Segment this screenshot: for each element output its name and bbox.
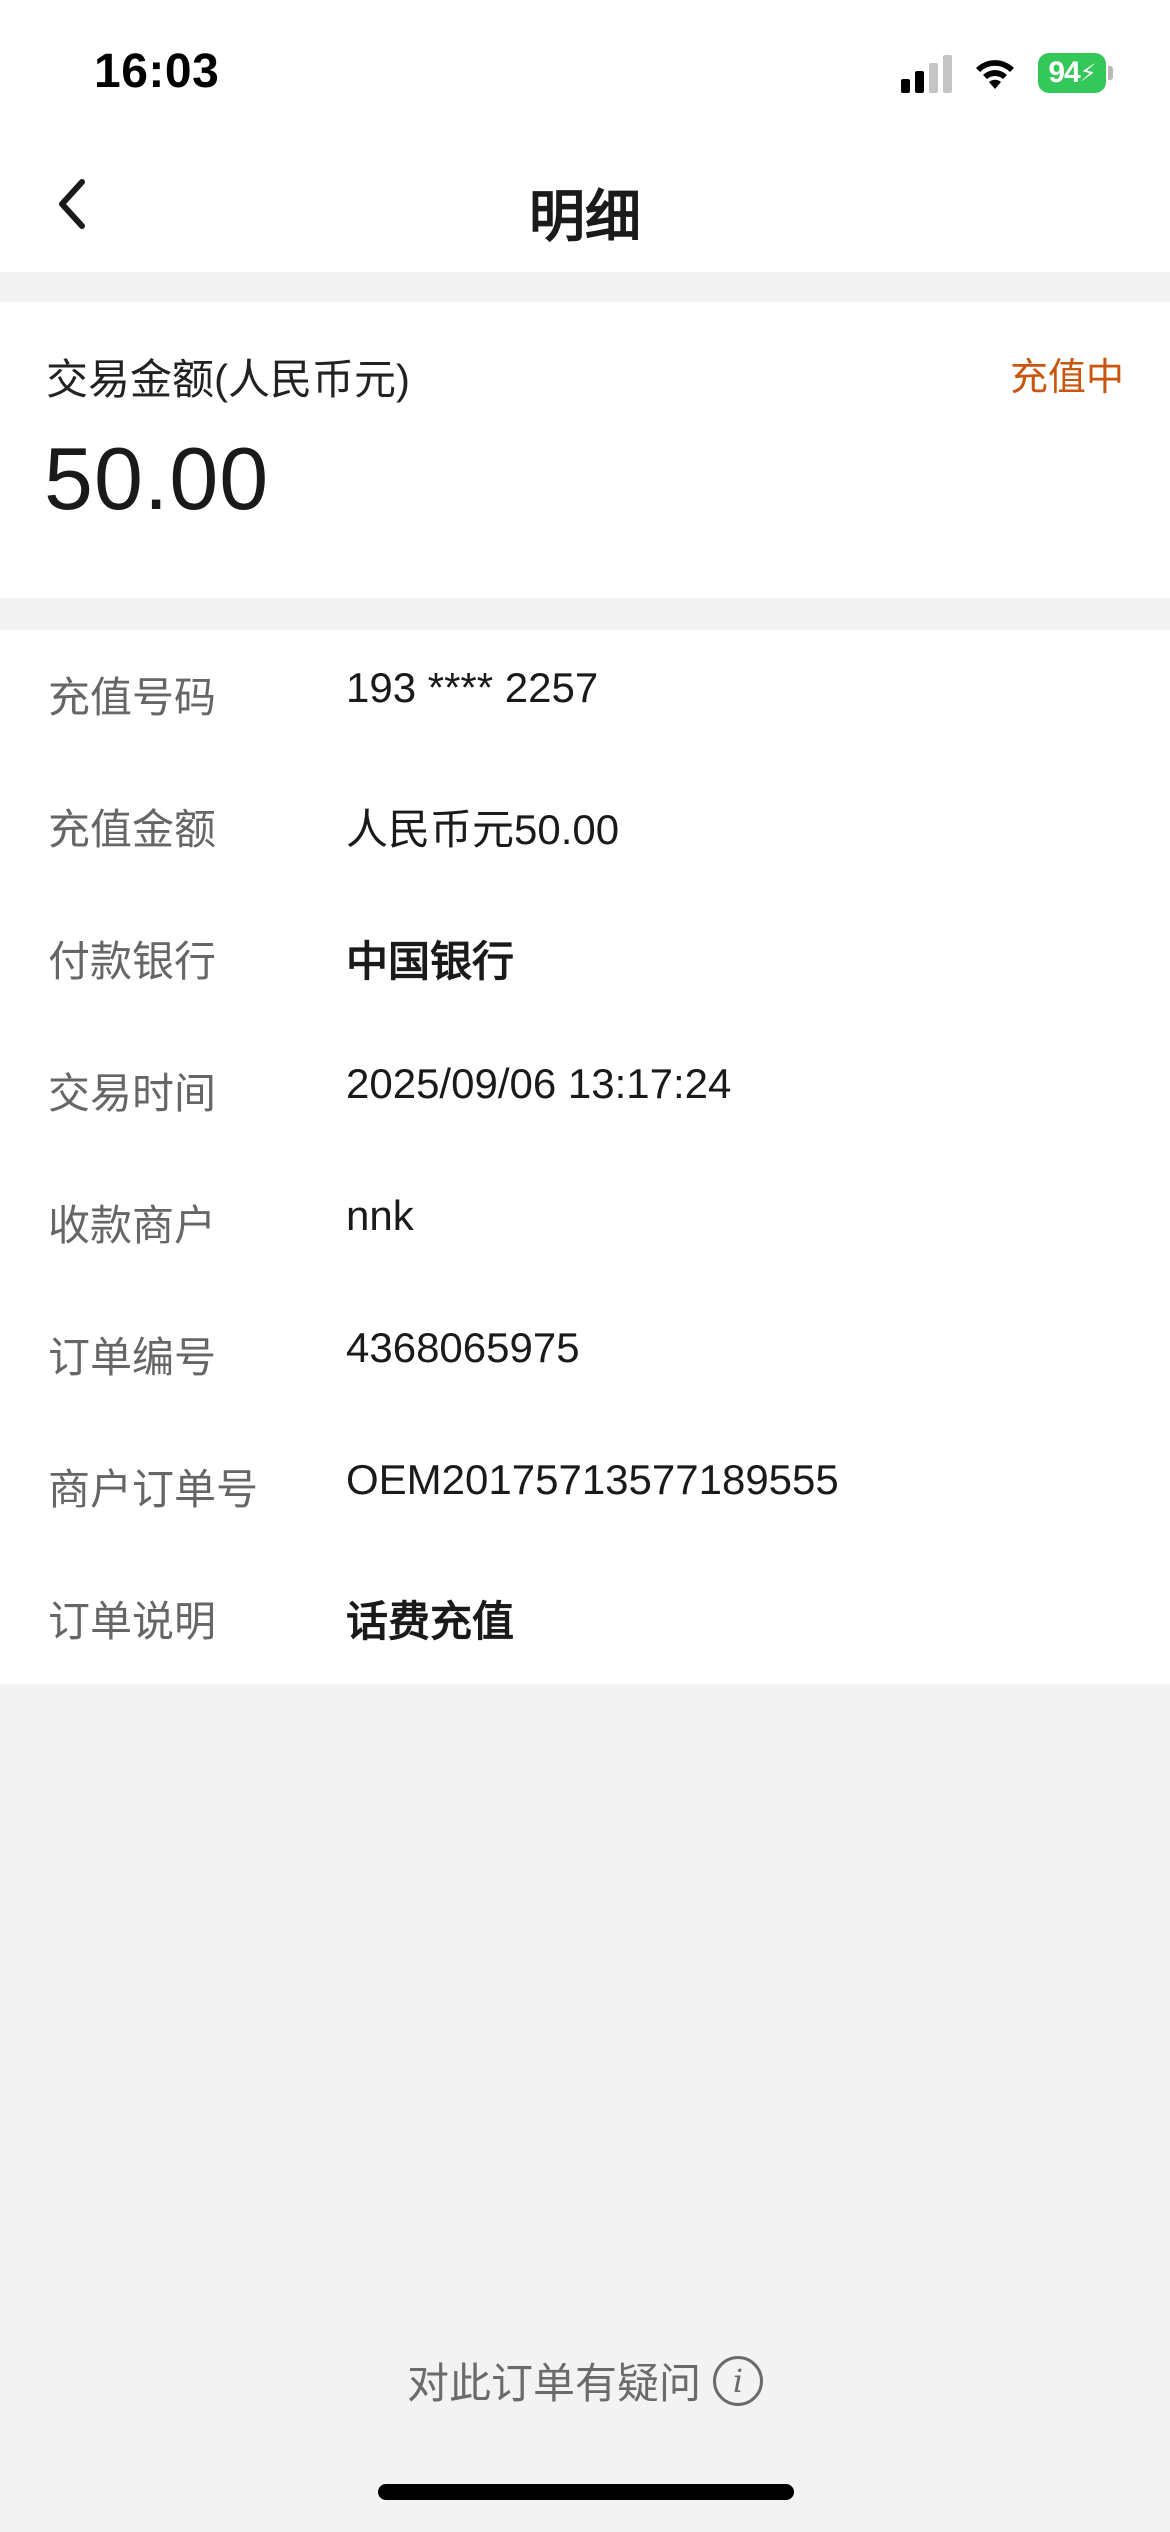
detail-row-recharge-amount: 充值金额 人民币元50.00 — [0, 762, 1170, 894]
detail-row-merchant-order-number: 商户订单号 OEM20175713577189555 — [0, 1422, 1170, 1554]
detail-row-order-description: 订单说明 话费充值 — [0, 1554, 1170, 1686]
detail-key: 订单说明 — [48, 1598, 217, 1645]
detail-value: 193 **** 2257 — [346, 664, 599, 711]
amount-label: 交易金额(人民币元) — [46, 356, 410, 403]
amount-value: 50.00 — [44, 429, 270, 528]
detail-value: nnk — [346, 1192, 414, 1239]
info-icon[interactable]: i — [713, 2355, 763, 2406]
status-badge: 充值中 — [1009, 357, 1124, 399]
status-bar: 16:03 94 ⚡ — [0, 0, 1170, 140]
detail-value: 话费充值 — [346, 1598, 515, 1645]
home-indicator[interactable] — [378, 2484, 794, 2500]
detail-row-transaction-time: 交易时间 2025/09/06 13:17:24 — [0, 1026, 1170, 1158]
detail-row-payment-bank: 付款银行 中国银行 — [0, 894, 1170, 1026]
battery-charging-icon: 94 ⚡ — [1038, 53, 1114, 93]
details-list: 充值号码 193 **** 2257 充值金额 人民币元50.00 付款银行 中… — [0, 630, 1170, 1684]
battery-level: 94 ⚡ — [1038, 53, 1106, 93]
detail-value: OEM20175713577189555 — [346, 1456, 839, 1503]
order-question-text: 对此订单有疑问 — [406, 2360, 701, 2407]
detail-key: 交易时间 — [48, 1070, 217, 1117]
detail-value: 4368065975 — [346, 1324, 580, 1371]
status-time: 16:03 — [94, 45, 220, 98]
detail-value: 2025/09/06 13:17:24 — [346, 1060, 732, 1107]
detail-key: 充值号码 — [48, 674, 217, 721]
wifi-icon — [976, 60, 1014, 89]
screen: 16:03 94 ⚡ 明细 交易金额(人民币元) 充值中 50.00 充值号码 … — [0, 0, 1170, 2532]
detail-row-recharge-number: 充值号码 193 **** 2257 — [0, 630, 1170, 762]
detail-key: 订单编号 — [48, 1334, 217, 1381]
page-title: 明细 — [529, 185, 641, 248]
detail-key: 充值金额 — [48, 806, 217, 853]
navigation-bar: 明细 — [0, 140, 1170, 272]
signal-icon — [901, 53, 952, 93]
detail-key: 商户订单号 — [48, 1466, 259, 1513]
detail-value: 人民币元50.00 — [346, 806, 620, 853]
order-question-link[interactable]: 对此订单有疑问 i — [0, 2350, 1170, 2411]
detail-row-merchant: 收款商户 nnk — [0, 1158, 1170, 1290]
status-icons: 94 ⚡ — [901, 50, 1114, 96]
detail-key: 付款银行 — [48, 938, 217, 985]
detail-row-order-number: 订单编号 4368065975 — [0, 1290, 1170, 1422]
detail-key: 收款商户 — [48, 1202, 217, 1249]
amount-card: 交易金额(人民币元) 充值中 50.00 — [0, 302, 1170, 598]
detail-value: 中国银行 — [346, 938, 515, 985]
